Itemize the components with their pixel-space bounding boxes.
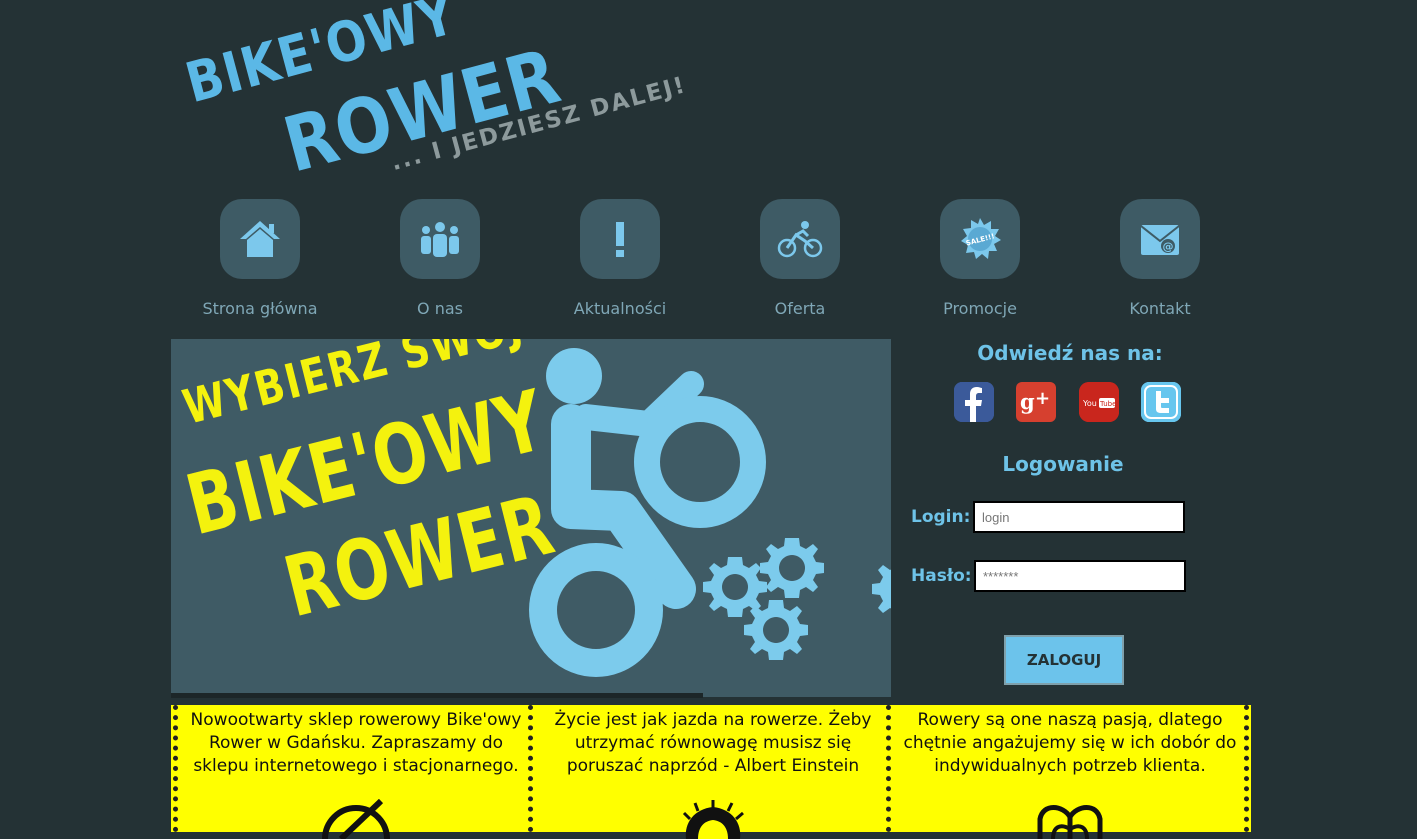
social-title: Odwiedź nas na: <box>977 341 1163 365</box>
sale-badge-icon: SALE!!! <box>940 199 1020 279</box>
twitter-icon[interactable] <box>1141 382 1181 422</box>
login-field[interactable] <box>973 501 1185 533</box>
mail-icon: @ <box>1120 199 1200 279</box>
info-box-text: Nowootwarty sklep rowerowy Bike'owy Rowe… <box>190 710 522 776</box>
login-label: Login: <box>911 507 971 527</box>
nav-label: Promocje <box>943 299 1017 318</box>
svg-text:Tube: Tube <box>1099 400 1116 408</box>
login-title: Logowanie <box>1002 452 1124 476</box>
login-button[interactable]: ZALOGUJ <box>1004 635 1124 685</box>
heart-icon <box>1037 805 1103 839</box>
nav-label: Kontakt <box>1129 299 1191 318</box>
nav-item-contact[interactable]: @ Kontakt <box>1070 199 1250 329</box>
info-box-text: Rowery są one naszą pasją, dlatego chętn… <box>903 710 1237 776</box>
nav-item-promotions[interactable]: SALE!!! Promocje <box>890 199 1070 329</box>
info-boxes: Nowootwarty sklep rowerowy Bike'owy Rowe… <box>171 705 1251 839</box>
info-box-quote: Życie jest jak jazda na rowerze. Żeby ut… <box>535 705 891 839</box>
site-logo[interactable]: BIKE'OWY ROWER ... I JEDZIESZ DALEJ! <box>179 0 689 190</box>
nav-label: Strona główna <box>202 299 318 318</box>
nav-item-about[interactable]: O nas <box>350 199 530 329</box>
nav-label: O nas <box>417 299 463 318</box>
nav-item-news[interactable]: Aktualności <box>530 199 710 329</box>
info-box-shop: Nowootwarty sklep rowerowy Bike'owy Rowe… <box>178 705 534 839</box>
google-plus-icon[interactable]: g + <box>1016 382 1056 422</box>
nav-item-home[interactable]: Strona główna <box>170 199 350 329</box>
home-icon <box>220 199 300 279</box>
banner-shadow <box>171 693 703 698</box>
youtube-icon[interactable]: You Tube <box>1079 382 1119 422</box>
cyclist-icon <box>760 199 840 279</box>
password-field[interactable] <box>974 560 1186 592</box>
facebook-icon[interactable] <box>954 382 994 422</box>
nav-item-offer[interactable]: Oferta <box>710 199 890 329</box>
svg-text:@: @ <box>1163 240 1174 253</box>
einstein-portrait-icon <box>682 800 744 839</box>
nav-label: Aktualności <box>573 299 667 318</box>
no-bike-icon <box>322 799 390 839</box>
password-label: Hasło: <box>911 566 972 586</box>
people-icon <box>400 199 480 279</box>
info-box-text: Życie jest jak jazda na rowerze. Żeby ut… <box>554 710 872 776</box>
main-navigation: Strona główna O nas Aktualności Oferta S… <box>170 199 1250 329</box>
svg-text:g: g <box>1020 389 1035 414</box>
svg-text:You: You <box>1082 399 1097 408</box>
gears-icon <box>703 538 824 660</box>
svg-text:+: + <box>1035 388 1050 409</box>
info-box-passion: Rowery są one naszą pasją, dlatego chętn… <box>892 705 1248 839</box>
exclamation-icon <box>580 199 660 279</box>
nav-label: Oferta <box>774 299 826 318</box>
